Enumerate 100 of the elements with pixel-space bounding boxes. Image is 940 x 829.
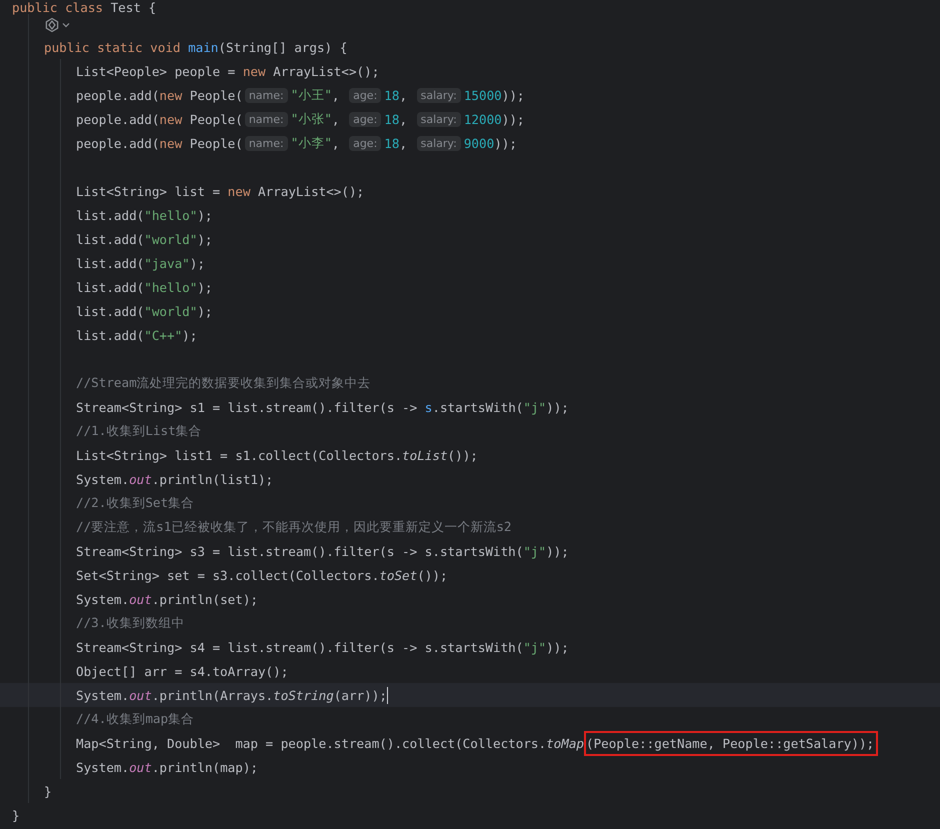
string-literal: "小李" [290, 134, 332, 152]
code-text: ); [197, 232, 212, 246]
string-literal: "j" [523, 400, 546, 414]
code-text: list.add( [76, 232, 144, 246]
code-comment: //要注意，流s1已经被收集了，不能再次使用，因此要重新定义一个新流s2 [76, 518, 512, 536]
static-method-name: toMap [546, 736, 584, 750]
parameter-hint: salary: [416, 88, 461, 102]
code-text: People( [188, 112, 243, 126]
code-text: People( [188, 88, 243, 102]
keyword: new [159, 136, 182, 150]
number-literal: 18 [384, 112, 400, 126]
keyword: new [242, 64, 266, 78]
keyword: new [228, 184, 250, 198]
number-literal: 12000 [464, 112, 502, 126]
parameter-hint: age: [349, 112, 382, 126]
number-literal: 15000 [464, 88, 502, 102]
code-text: list.add( [76, 256, 144, 270]
code-text: people.add( [76, 112, 160, 126]
code-text: , [332, 136, 340, 150]
code-comment: //2.收集到Set集合 [76, 494, 194, 512]
string-literal: "hello" [144, 280, 198, 294]
code-text: list.add( [76, 280, 144, 294]
code-text: )); [502, 112, 525, 126]
string-literal: "world" [144, 232, 198, 246]
code-text: List<People> people = [76, 64, 236, 78]
code-text: )); [546, 640, 569, 654]
code-text: Object[] arr = s4.toArray(); [76, 664, 288, 678]
string-literal: "小王" [290, 86, 332, 104]
code-comment: //3.收集到数组中 [76, 614, 184, 632]
code-text: , [399, 136, 408, 150]
code-text: ); [197, 280, 212, 294]
code-text: people.add( [76, 88, 160, 102]
code-text: List<String> list = [76, 184, 222, 198]
code-text: ); [190, 256, 205, 270]
string-literal: "C++" [144, 328, 182, 342]
code-text: .startsWith( [432, 400, 524, 414]
code-text: (People::getName, People::getSalary)); [586, 736, 874, 750]
variable-reference: s [424, 400, 432, 414]
code-text: List<String> list1 = s1.collect(Collectors. [76, 448, 402, 462]
code-text: list.add( [76, 328, 144, 342]
code-text: ()); [417, 568, 448, 582]
code-text: list.add( [76, 304, 144, 318]
parameter-hint: salary: [416, 112, 461, 126]
code-text: ArrayList<>(); [272, 64, 380, 78]
parameter-hint: name: [244, 112, 288, 126]
code-text: , [399, 112, 408, 126]
static-field-name: out [129, 688, 152, 702]
parameter-hint: age: [349, 136, 382, 150]
chevron-down-icon[interactable] [62, 22, 70, 28]
code-comment: //1.收集到List集合 [76, 422, 202, 440]
code-text: System. [76, 688, 130, 702]
static-field-name: out [129, 760, 152, 774]
static-method-name: toSet [379, 568, 418, 582]
code-text: )); [546, 400, 569, 414]
parameter-hint: name: [244, 88, 288, 102]
code-text: (String[] args) { [218, 40, 348, 54]
number-literal: 18 [384, 136, 400, 150]
number-literal: 18 [384, 88, 400, 102]
code-text: .println(list1); [152, 472, 274, 486]
parameter-hint: age: [349, 88, 382, 102]
code-text: , [332, 112, 340, 126]
code-comment: //Stream流处理完的数据要收集到集合或对象中去 [76, 374, 371, 392]
code-text: .println(Arrays. [152, 688, 274, 702]
code-text: (arr)); [334, 688, 387, 702]
static-method-name: toList [402, 448, 448, 462]
keyword: new [159, 88, 182, 102]
keyword: new [159, 112, 182, 126]
code-comment: //4.收集到map集合 [76, 710, 194, 728]
string-literal: "hello" [144, 208, 198, 222]
code-text: people.add( [76, 136, 160, 150]
static-field-name: out [129, 592, 152, 606]
parameter-hint: salary: [416, 136, 461, 150]
code-text: , [332, 88, 340, 102]
code-text: list.add( [76, 208, 144, 222]
code-text: .println(map); [152, 760, 258, 774]
code-text: Test { [110, 0, 156, 14]
code-text: } [12, 808, 20, 822]
code-text: )); [502, 88, 525, 102]
string-literal: "java" [144, 256, 190, 270]
keyword: public static void [44, 40, 182, 54]
code-text: System. [76, 472, 130, 486]
code-text: System. [76, 760, 130, 774]
string-literal: "world" [144, 304, 198, 318]
code-text: Map<String, Double> map = people.stream().collect(Collectors. [76, 736, 546, 750]
code-text: )); [546, 544, 569, 558]
code-text: Set<String> set = s3.collect(Collectors. [76, 568, 380, 582]
code-text: System. [76, 592, 130, 606]
string-literal: "j" [523, 640, 546, 654]
code-text: ); [197, 208, 212, 222]
method-name: main [188, 40, 218, 54]
static-field-name: out [129, 472, 152, 486]
code-text: } [44, 784, 52, 798]
string-literal: "小张" [290, 110, 332, 128]
code-text: Stream<String> s1 = list.stream().filter(s -> [76, 400, 418, 414]
code-text: ArrayList<>(); [256, 184, 364, 198]
code-text: ); [182, 328, 198, 342]
keyword: public class [12, 0, 103, 14]
parameter-hint: name: [244, 136, 288, 150]
code-text: ()); [448, 448, 478, 462]
string-literal: "j" [523, 544, 546, 558]
